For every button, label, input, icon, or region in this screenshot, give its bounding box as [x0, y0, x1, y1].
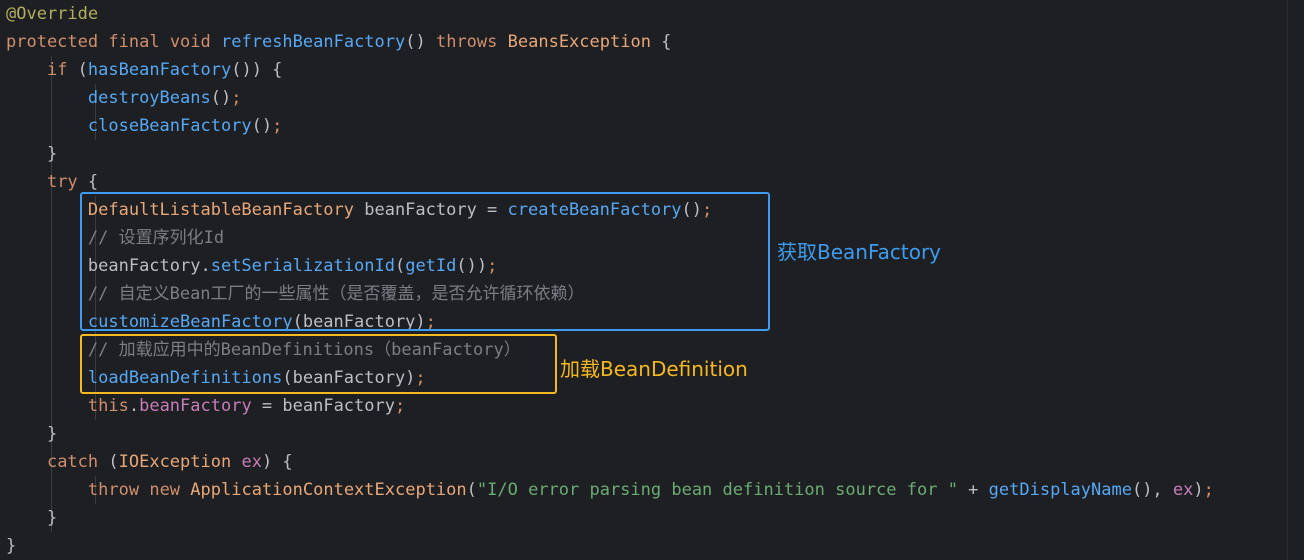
code-token: throw: [87, 480, 140, 500]
code-token: IOException: [118, 452, 232, 472]
code-token: closeBeanFactory: [87, 116, 252, 136]
code-token: final: [108, 32, 160, 52]
highlight-box-load-beandefinition: [80, 334, 557, 394]
code-token: "I/O error parsing bean definition sourc…: [476, 480, 958, 500]
code-token: +: [957, 480, 989, 500]
code-token: ) {: [261, 452, 293, 472]
code-token: new: [149, 480, 181, 500]
code-token: .: [128, 396, 140, 416]
code-line[interactable]: throw new ApplicationContextException("I…: [6, 476, 1214, 504]
code-token: (): [210, 88, 232, 108]
code-token: (): [251, 116, 273, 136]
code-token: ): [1193, 480, 1204, 500]
code-token: (): [405, 32, 436, 52]
code-token: (),: [1131, 480, 1173, 500]
code-token: }: [6, 536, 17, 556]
code-token: getDisplayName: [988, 480, 1132, 500]
code-token: try: [46, 172, 78, 192]
code-token: if: [46, 60, 68, 80]
code-token: ex: [241, 452, 262, 472]
code-line[interactable]: protected final void refreshBeanFactory(…: [6, 28, 671, 56]
code-line[interactable]: }: [6, 532, 16, 560]
code-token: ;: [1203, 480, 1214, 500]
code-token: = beanFactory: [251, 396, 395, 416]
code-token: ;: [394, 396, 406, 416]
code-token: BeansException: [507, 32, 651, 52]
code-token: ()) {: [231, 60, 283, 80]
code-token: {: [650, 32, 672, 52]
code-token: refreshBeanFactory: [221, 32, 406, 52]
code-token: this: [87, 396, 129, 416]
code-token: (: [98, 452, 119, 472]
code-token: }: [6, 508, 58, 528]
annotation-load-beandefinition: 加载BeanDefinition: [560, 357, 748, 381]
code-token: ex: [1172, 480, 1194, 500]
code-line[interactable]: closeBeanFactory();: [6, 112, 283, 140]
code-token: void: [169, 32, 211, 52]
code-token: catch: [46, 452, 99, 472]
code-token: destroyBeans: [87, 88, 211, 108]
code-line[interactable]: this.beanFactory = beanFactory;: [6, 392, 405, 420]
code-token: (: [67, 60, 88, 80]
code-line[interactable]: if (hasBeanFactory()) {: [6, 56, 282, 84]
code-token: (: [466, 480, 477, 500]
code-token: protected: [6, 32, 99, 52]
code-token: ApplicationContextException: [190, 480, 467, 500]
code-line[interactable]: }: [6, 504, 57, 532]
code-token: beanFactory: [139, 396, 252, 416]
code-token: ;: [231, 88, 242, 108]
code-line[interactable]: }: [6, 420, 57, 448]
highlight-box-get-beanfactory: [80, 192, 770, 331]
code-token: throws: [435, 32, 498, 52]
code-token: }: [6, 144, 58, 164]
code-line[interactable]: catch (IOException ex) {: [6, 448, 293, 476]
code-token: }: [6, 424, 58, 444]
vertical-scrollbar[interactable]: [1287, 0, 1304, 560]
code-token: ;: [272, 116, 283, 136]
annotation-get-beanfactory: 获取BeanFactory: [777, 240, 942, 264]
code-token: hasBeanFactory: [87, 60, 232, 80]
code-line[interactable]: destroyBeans();: [6, 84, 242, 112]
code-token: @Override: [6, 4, 99, 24]
code-line[interactable]: @Override: [6, 0, 98, 28]
code-line[interactable]: }: [6, 140, 57, 168]
code-token: {: [77, 172, 99, 192]
